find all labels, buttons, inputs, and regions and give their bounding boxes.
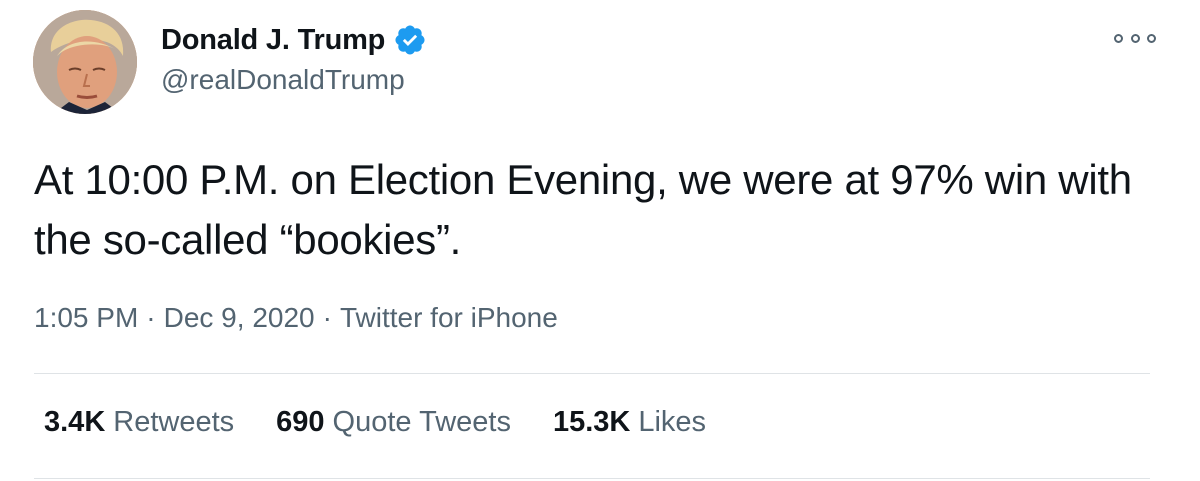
tweet-text: At 10:00 P.M. on Election Evening, we we… xyxy=(34,156,1132,263)
tweet-meta: 1:05 PM · Dec 9, 2020 · Twitter for iPho… xyxy=(34,302,558,334)
retweets-stat[interactable]: 3.4K Retweets xyxy=(44,406,234,439)
author-handle[interactable]: @realDonaldTrump xyxy=(161,64,405,96)
avatar[interactable] xyxy=(33,10,137,114)
meta-separator: · xyxy=(146,302,156,333)
more-dot xyxy=(1130,33,1140,43)
author-display-name[interactable]: Donald J. Trump xyxy=(161,24,385,57)
more-options-icon[interactable] xyxy=(1114,26,1156,50)
tweet-date[interactable]: Dec 9, 2020 xyxy=(164,302,315,334)
likes-stat[interactable]: 15.3K Likes xyxy=(553,406,706,439)
author-name-row: Donald J. Trump xyxy=(161,18,427,62)
retweets-label: Retweets xyxy=(113,406,235,438)
quote-tweets-stat[interactable]: 690 Quote Tweets xyxy=(276,406,511,439)
avatar-image xyxy=(33,10,137,114)
tweet-stats: 3.4K Retweets 690 Quote Tweets 15.3K Lik… xyxy=(44,406,748,439)
verified-badge-icon xyxy=(393,23,427,57)
likes-label: Likes xyxy=(638,406,707,438)
tweet-card: Donald J. Trump @realDonaldTrump At 10:0… xyxy=(0,0,1200,481)
more-dot xyxy=(1114,33,1123,43)
more-dot xyxy=(1147,33,1156,43)
quote-tweets-count: 690 xyxy=(276,406,325,438)
meta-separator: · xyxy=(322,302,332,333)
retweets-count: 3.4K xyxy=(44,406,106,438)
quote-tweets-label: Quote Tweets xyxy=(332,406,511,438)
tweet-source[interactable]: Twitter for iPhone xyxy=(340,302,558,334)
divider xyxy=(34,478,1150,479)
divider xyxy=(34,373,1150,374)
likes-count: 15.3K xyxy=(552,406,631,438)
tweet-time[interactable]: 1:05 PM xyxy=(34,302,138,334)
